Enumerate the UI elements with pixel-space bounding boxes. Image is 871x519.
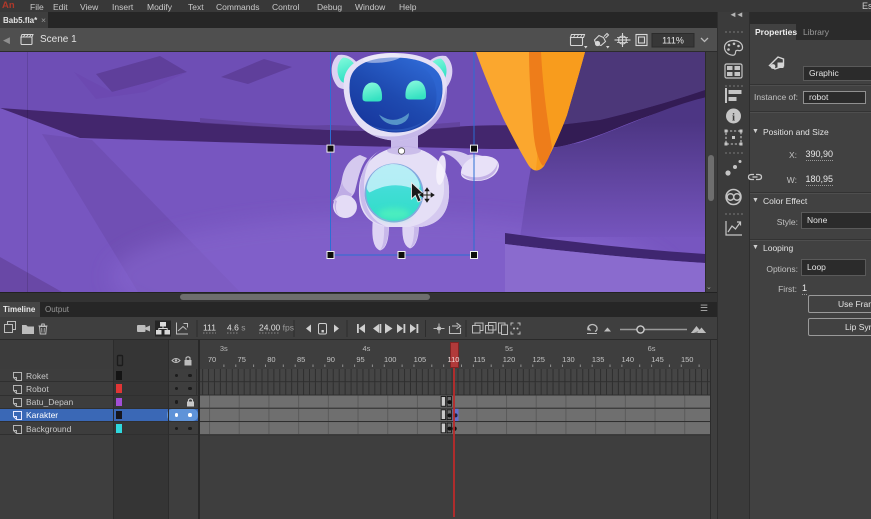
svg-text:130: 130 [562, 355, 575, 364]
svg-text:4s: 4s [362, 344, 370, 353]
svg-text:135: 135 [592, 355, 605, 364]
svg-text:4.6 s: 4.6 s [227, 323, 245, 333]
svg-text:6s: 6s [648, 344, 656, 353]
svg-text:3s: 3s [220, 344, 228, 353]
svg-text:111: 111 [203, 323, 216, 333]
svg-text:i: i [732, 112, 735, 124]
svg-text:70: 70 [208, 355, 216, 364]
svg-text:75: 75 [238, 355, 246, 364]
svg-text:111%: 111% [662, 36, 684, 46]
svg-text:90: 90 [327, 355, 335, 364]
svg-text:125: 125 [532, 355, 545, 364]
svg-text:115: 115 [473, 355, 485, 364]
svg-text:24.00 fps: 24.00 fps [259, 323, 294, 333]
svg-text:105: 105 [414, 355, 427, 364]
svg-text:145: 145 [651, 355, 664, 364]
svg-text:100: 100 [384, 355, 397, 364]
svg-text:95: 95 [356, 355, 364, 364]
svg-text:140: 140 [622, 355, 635, 364]
svg-text:120: 120 [503, 355, 516, 364]
svg-text:80: 80 [267, 355, 275, 364]
svg-text:150: 150 [681, 355, 694, 364]
svg-text:85: 85 [297, 355, 305, 364]
svg-text:5s: 5s [505, 344, 513, 353]
